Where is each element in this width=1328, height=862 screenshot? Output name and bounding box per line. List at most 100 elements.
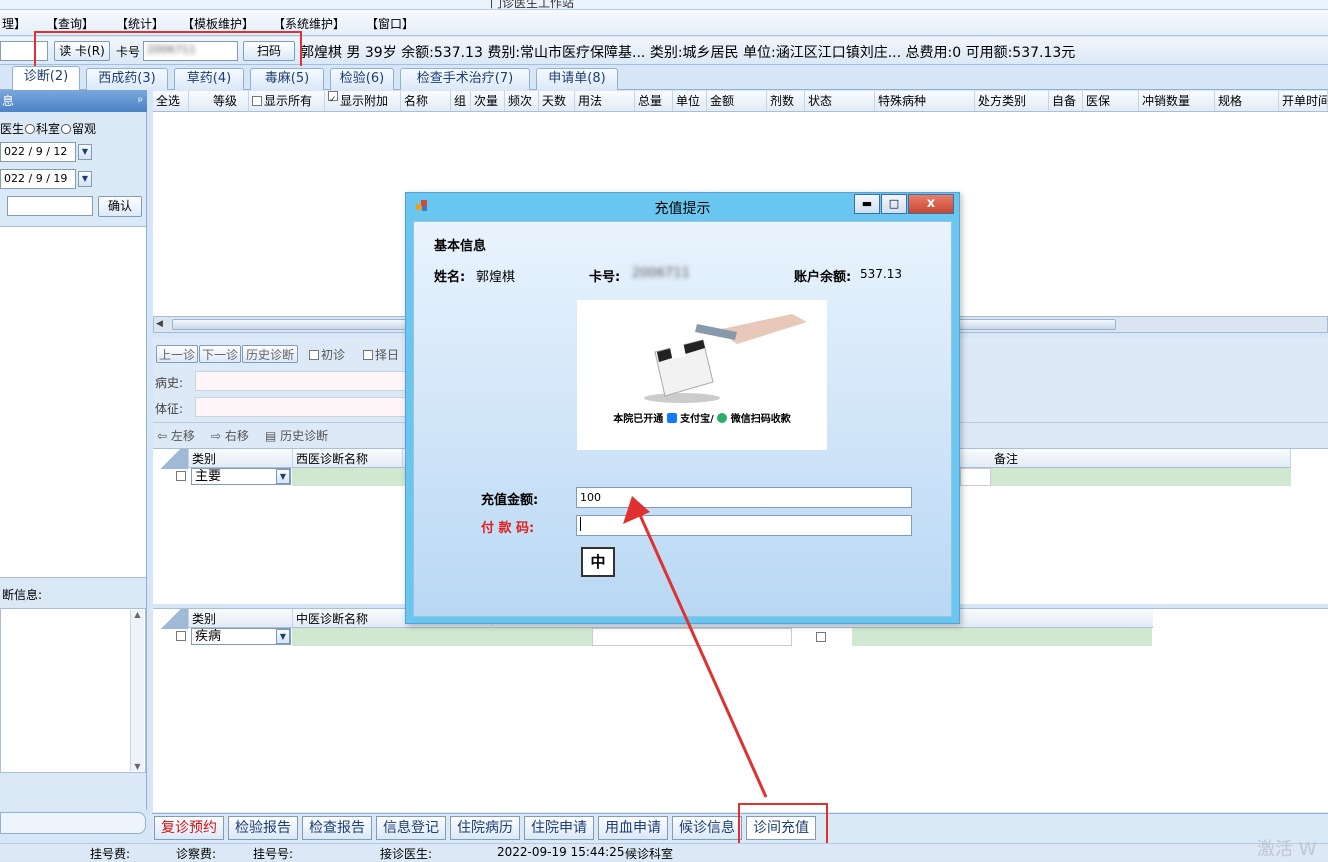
tab-bar: 诊断(2) 西成药(3) 草药(4) 毒麻(5) 检验(6) 检查手术治疗(7)… <box>0 66 1328 91</box>
col-insurance: 医保 <box>1083 91 1139 111</box>
tcm-row-flag-checkbox[interactable] <box>816 632 826 642</box>
status-doctor: 接诊医生: <box>380 847 433 861</box>
followup-appointment-button[interactable]: 复诊预约 <box>154 816 224 840</box>
status-datetime: 2022-09-19 15:44:25 <box>497 845 625 859</box>
tab-lab[interactable]: 检验(6) <box>330 68 394 90</box>
scroll-up-icon[interactable]: ▲ <box>131 610 144 619</box>
col-name: 名称 <box>401 91 451 111</box>
tcm-row-name-cell[interactable] <box>292 628 592 646</box>
history-diagnosis-button[interactable]: 历史诊断 <box>242 345 298 363</box>
inpatient-apply-button[interactable]: 住院申请 <box>524 816 594 840</box>
west-row-type-dropdown-icon[interactable]: ▼ <box>276 469 290 484</box>
left-bottom-control[interactable] <box>0 812 146 834</box>
tab-exam-surgery[interactable]: 检查手术治疗(7) <box>400 68 530 90</box>
move-left-button[interactable]: ⇦ 左移 <box>157 427 195 444</box>
patient-list[interactable] <box>0 226 146 578</box>
first-visit-option[interactable]: 初诊 <box>309 346 345 363</box>
history-field[interactable] <box>195 371 410 391</box>
west-row-extra-cell[interactable] <box>960 468 991 486</box>
col-order-time: 开单时间 <box>1279 91 1328 111</box>
inpatient-record-button[interactable]: 住院病历 <box>450 816 520 840</box>
menu-item-window[interactable]: 【窗口】 <box>366 15 414 32</box>
choose-day-option[interactable]: 择日 <box>363 346 399 363</box>
amount-input[interactable]: 100 <box>576 487 912 508</box>
west-row-checkbox[interactable] <box>176 471 186 481</box>
scroll-down-icon[interactable]: ▼ <box>131 762 144 771</box>
balance-value: 537.13 <box>860 267 902 281</box>
dialog-title-bar[interactable]: 充值提示 ▬ □ x <box>406 193 959 220</box>
patient-name: 郭煌棋 <box>476 270 516 285</box>
sign-label: 体征: <box>155 402 184 416</box>
text-cursor <box>580 517 581 531</box>
col-select-all[interactable]: 全选 <box>153 91 189 111</box>
prev-visit-button[interactable]: 上一诊 <box>156 345 198 363</box>
col-level: 等级 <box>189 91 249 111</box>
next-visit-button[interactable]: 下一诊 <box>199 345 241 363</box>
radio-dept-label: 科室 <box>36 122 61 136</box>
status-reg-no: 挂号号: <box>253 847 294 861</box>
diagnosis-info-box[interactable]: ▲ ▼ <box>0 608 146 773</box>
choose-day-checkbox[interactable] <box>363 350 373 360</box>
confirm-button[interactable]: 确认 <box>98 196 142 217</box>
move-right-label: 右移 <box>224 429 249 443</box>
name-label: 姓名: <box>434 270 466 285</box>
paycode-input[interactable] <box>576 515 912 536</box>
tcm-row-type-dropdown-icon[interactable]: ▼ <box>276 629 290 644</box>
arrow-right-icon: ⇨ <box>211 429 222 443</box>
first-visit-checkbox[interactable] <box>309 350 319 360</box>
pin-icon[interactable]: ᵖ <box>138 90 143 112</box>
col-show-extra[interactable]: 显示附加 <box>325 91 401 111</box>
balance-label: 账户余额: <box>794 270 852 285</box>
minimize-icon[interactable]: ▬ <box>854 194 880 214</box>
menu-item-stats[interactable]: 【统计】 <box>116 15 164 32</box>
tab-narcotics[interactable]: 毒麻(5) <box>250 68 324 90</box>
col-unit: 单位 <box>673 91 707 111</box>
tab-herbal[interactable]: 草药(4) <box>174 68 244 90</box>
menu-item-system[interactable]: 【系统维护】 <box>273 15 345 32</box>
tcm-row-mid-cell[interactable] <box>592 628 792 646</box>
show-all-checkbox[interactable] <box>252 96 262 106</box>
diagnosis-info-label: 断信息: <box>2 588 43 602</box>
west-row-note-cell[interactable] <box>991 468 1291 486</box>
col-show-all[interactable]: 显示所有 <box>249 91 325 111</box>
filter-input[interactable] <box>7 196 93 216</box>
ad-alipay: 支付宝/ <box>680 414 714 425</box>
arrow-left-icon: ⇦ <box>157 429 168 443</box>
col-frequency: 频次 <box>505 91 539 111</box>
col-spec: 规格 <box>1215 91 1279 111</box>
waiting-info-button[interactable]: 候诊信息 <box>672 816 742 840</box>
maximize-icon[interactable]: □ <box>881 194 907 214</box>
lab-report-button[interactable]: 检验报告 <box>228 816 298 840</box>
radio-observe[interactable] <box>61 124 72 134</box>
sign-field[interactable] <box>195 397 410 417</box>
scroll-left-icon[interactable]: ◀ <box>156 319 163 329</box>
close-icon[interactable]: x <box>908 194 954 214</box>
recharge-dialog: 充值提示 ▬ □ x 基本信息 姓名: 郭煌棋 卡号: 2006711 账户余额… <box>405 192 960 624</box>
blood-apply-button[interactable]: 用血申请 <box>598 816 668 840</box>
col-dose: 次量 <box>471 91 505 111</box>
col-days: 天数 <box>539 91 575 111</box>
end-date-dropdown-icon[interactable]: ▼ <box>78 171 92 187</box>
show-extra-checkbox[interactable] <box>328 91 338 101</box>
tab-western-medicine[interactable]: 西成药(3) <box>86 68 168 90</box>
tab-application[interactable]: 申请单(8) <box>536 68 618 90</box>
diagnosis-scrollbar[interactable]: ▲ ▼ <box>130 610 144 771</box>
menu-item-query[interactable]: 【查询】 <box>46 15 94 32</box>
left-panel-header: 息 ᵖ <box>0 90 147 112</box>
start-date-dropdown-icon[interactable]: ▼ <box>78 144 92 160</box>
west-row-name-cell[interactable] <box>292 468 407 486</box>
menu-item-manage[interactable]: 理】 <box>2 15 26 32</box>
tcm-row-checkbox[interactable] <box>176 631 186 641</box>
radio-dept[interactable] <box>25 124 36 134</box>
scanner-illustration <box>644 314 807 403</box>
order-grid-header: 全选 等级 显示所有 显示附加 名称 组 次量 频次 天数 用法 总量 单位 金… <box>153 91 1328 112</box>
tab-diagnosis[interactable]: 诊断(2) <box>12 66 80 91</box>
move-right-button[interactable]: ⇨ 右移 <box>211 427 249 444</box>
exam-report-button[interactable]: 检查报告 <box>302 816 372 840</box>
tcm-row-note-cell[interactable] <box>852 628 1152 646</box>
diag-history-button[interactable]: ▤ 历史诊断 <box>265 427 328 444</box>
end-date-input[interactable]: 022 / 9 / 19 <box>0 169 76 189</box>
info-register-button[interactable]: 信息登记 <box>376 816 446 840</box>
start-date-input[interactable]: 022 / 9 / 12 <box>0 142 76 162</box>
menu-item-template[interactable]: 【模板维护】 <box>182 15 254 32</box>
